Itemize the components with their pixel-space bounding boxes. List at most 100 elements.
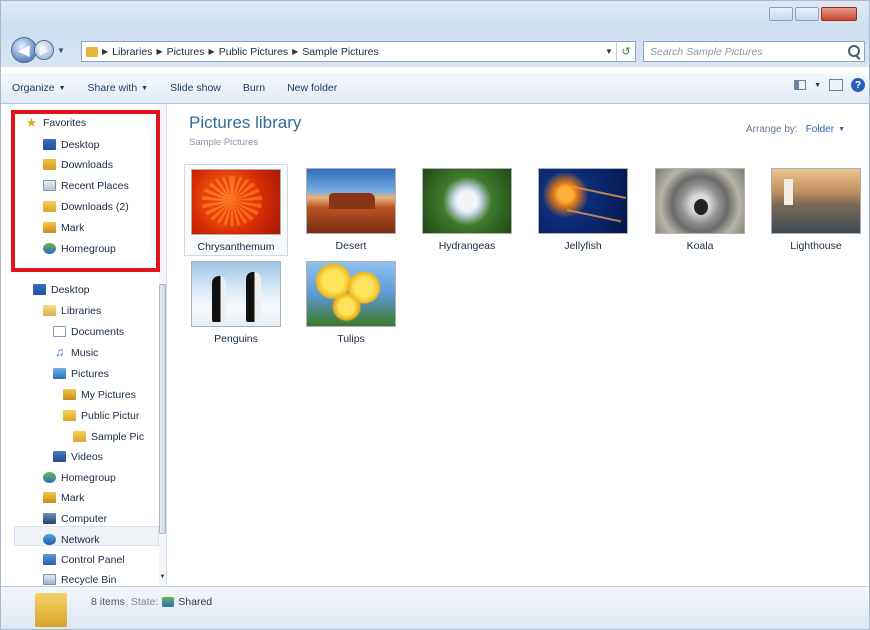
tree-item-desktop[interactable]: Desktop <box>33 280 90 299</box>
image-thumbnail <box>306 168 396 234</box>
burn-button[interactable]: Burn <box>232 77 276 99</box>
tree-item-mark[interactable]: Mark <box>43 488 84 507</box>
command-bar: Organize ▼ Share with ▼ Slide show Burn Ne… <box>1 73 869 104</box>
libraries-icon <box>43 305 56 316</box>
file-name: Jellyfish <box>564 240 602 252</box>
minimize-button[interactable] <box>769 7 793 21</box>
file-name: Koala <box>686 240 714 252</box>
breadcrumb-separator[interactable]: ▶ <box>102 47 108 56</box>
desktop-icon <box>33 284 46 295</box>
nav-scrollbar[interactable]: ▼ <box>159 104 166 586</box>
organize-button[interactable]: Organize ▼ <box>1 77 77 99</box>
tree-item-computer[interactable]: Computer <box>43 509 107 528</box>
breadcrumb-pictures[interactable]: Pictures <box>167 46 205 58</box>
file-thumbnail-chrysanthemum[interactable]: Chrysanthemum <box>184 164 288 256</box>
chevron-down-icon[interactable]: ▼ <box>838 126 845 133</box>
file-name: Chrysanthemum <box>197 241 275 253</box>
arrange-label: Arrange by: <box>746 124 798 135</box>
breadcrumb-separator[interactable]: ▶ <box>156 47 162 56</box>
details-pane: 8 items State: Shared <box>1 586 869 629</box>
file-name: Desert <box>335 240 367 252</box>
close-button[interactable] <box>821 7 857 21</box>
tree-item-label: Pictures <box>71 367 109 380</box>
tree-item-music[interactable]: ♫ Music <box>53 343 98 362</box>
tree-item-label: Recycle Bin <box>61 573 117 586</box>
file-thumbnail-desert[interactable]: Desert <box>299 164 403 256</box>
folder-icon <box>73 431 86 442</box>
window-frame: ◀ ▶ ▼ ▶ Libraries ▶ Pictures ▶ Public Pi… <box>1 1 869 67</box>
scroll-down-arrow-icon[interactable]: ▼ <box>159 574 166 582</box>
tree-item-homegroup[interactable]: Homegroup <box>43 468 116 487</box>
breadcrumb-separator[interactable]: ▶ <box>292 47 298 56</box>
homegroup-icon <box>43 472 56 483</box>
address-dropdown[interactable]: ▼ <box>602 47 616 56</box>
address-actions: ▼ ↺ <box>602 42 635 61</box>
search-box[interactable] <box>643 41 865 62</box>
arrange-value-dropdown[interactable]: Folder <box>806 124 834 135</box>
tree-item-documents[interactable]: Documents <box>53 322 124 341</box>
tree-item-recycle-bin[interactable]: Recycle Bin <box>43 570 116 586</box>
breadcrumb-public-pictures[interactable]: Public Pictures <box>219 46 288 58</box>
state-value: Shared <box>178 596 213 608</box>
slide-show-label: Slide show <box>170 82 221 94</box>
tree-item-control-panel[interactable]: Control Panel <box>43 550 125 569</box>
recent-pages-dropdown[interactable]: ▼ <box>57 46 65 55</box>
folder-icon <box>63 410 76 421</box>
network-icon <box>43 534 56 545</box>
view-options-dropdown[interactable]: ▼ <box>814 82 821 89</box>
music-icon: ♫ <box>55 345 64 359</box>
tree-item-sample-pictures[interactable]: Sample Pic <box>73 427 144 446</box>
file-thumbnail-penguins[interactable]: Penguins <box>184 257 288 349</box>
file-thumbnail-tulips[interactable]: Tulips <box>299 257 403 349</box>
forward-button[interactable]: ▶ <box>34 40 54 60</box>
address-bar[interactable]: ▶ Libraries ▶ Pictures ▶ Public Pictures… <box>81 41 636 62</box>
tree-item-my-pictures[interactable]: My Pictures <box>63 385 136 404</box>
file-name: Penguins <box>214 333 258 345</box>
refresh-icon[interactable]: ↺ <box>616 42 635 61</box>
control-panel-icon <box>43 554 56 565</box>
tree-item-network[interactable]: Network <box>43 530 100 549</box>
file-view[interactable]: Pictures library Sample Pictures Arrange… <box>167 104 867 586</box>
tree-item-pictures[interactable]: Pictures <box>53 364 109 383</box>
tree-item-public-pictures[interactable]: Public Pictur <box>63 406 139 425</box>
shared-icon <box>162 597 175 607</box>
search-icon[interactable] <box>848 45 860 57</box>
maximize-button[interactable] <box>795 7 819 21</box>
new-folder-button[interactable]: New folder <box>276 77 348 99</box>
preview-pane-icon[interactable] <box>829 79 843 91</box>
change-view-icon[interactable] <box>794 80 807 90</box>
organize-label: Organize <box>12 82 55 94</box>
explorer-window: ◀ ▶ ▼ ▶ Libraries ▶ Pictures ▶ Public Pi… <box>0 0 870 630</box>
library-title: Pictures library <box>189 113 302 132</box>
breadcrumb-libraries[interactable]: Libraries <box>112 46 152 58</box>
tree-item-label: Desktop <box>51 283 90 296</box>
item-count: 8 items <box>91 596 125 608</box>
tree-item-label: Documents <box>71 325 125 338</box>
file-name: Hydrangeas <box>438 240 496 252</box>
chevron-down-icon: ▼ <box>141 84 149 92</box>
burn-label: Burn <box>242 82 266 94</box>
breadcrumb-separator[interactable]: ▶ <box>209 47 215 56</box>
toolbar-right: ▼ ? <box>794 78 865 92</box>
arrange-by: Arrange by: Folder ▼ <box>746 124 845 135</box>
favorites-highlight-box <box>11 110 160 272</box>
file-thumbnail-lighthouse[interactable]: Lighthouse <box>764 164 868 256</box>
tree-item-label: Videos <box>71 450 103 463</box>
image-thumbnail <box>655 168 745 234</box>
image-thumbnail <box>306 261 396 327</box>
tree-item-label: Network <box>61 533 100 546</box>
image-thumbnail <box>538 168 628 234</box>
file-thumbnail-jellyfish[interactable]: Jellyfish <box>531 164 635 256</box>
tree-item-videos[interactable]: Videos <box>53 447 103 466</box>
help-icon[interactable]: ? <box>851 78 865 92</box>
search-input[interactable] <box>650 45 840 58</box>
tree-item-label: Music <box>71 346 99 359</box>
slide-show-button[interactable]: Slide show <box>159 77 232 99</box>
file-thumbnail-hydrangeas[interactable]: Hydrangeas <box>415 164 519 256</box>
nav-scrollbar-thumb[interactable] <box>159 284 166 534</box>
file-thumbnail-koala[interactable]: Koala <box>648 164 752 256</box>
tree-item-libraries[interactable]: Libraries <box>43 301 101 320</box>
breadcrumb-sample-pictures[interactable]: Sample Pictures <box>302 46 378 58</box>
chevron-down-icon: ▼ <box>58 84 66 92</box>
share-with-button[interactable]: Share with ▼ <box>77 77 160 99</box>
